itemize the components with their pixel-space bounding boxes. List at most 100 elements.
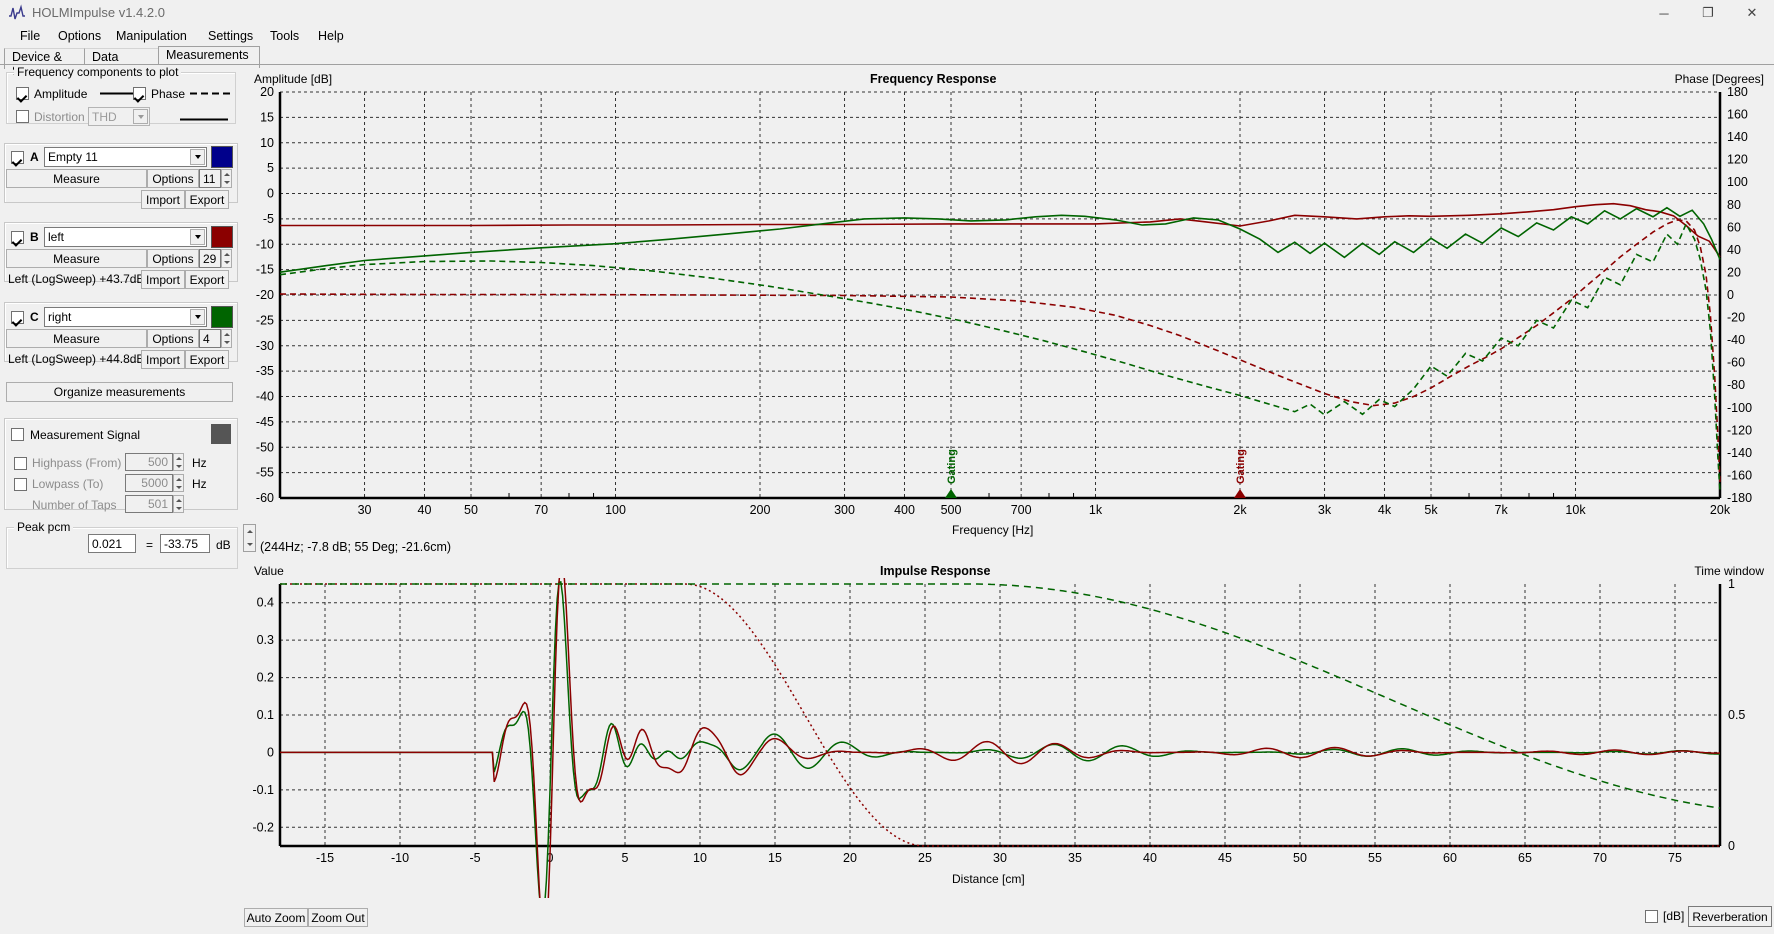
menu-settings[interactable]: Settings — [200, 28, 261, 48]
measurement-a-index-stepper[interactable] — [221, 169, 232, 188]
measurement-b-export-button[interactable]: Export — [185, 270, 229, 289]
impulse-response-chart[interactable]: 0.40.30.20.10-0.1-0.210.50-15 -10 -5 0 5 10 15… — [240, 578, 1770, 898]
measurement-a-options-button[interactable]: Options — [147, 169, 199, 188]
measurement-a-measure-button[interactable]: Measure — [6, 169, 147, 188]
measurement-b-index-stepper[interactable] — [221, 249, 232, 268]
minimize-button[interactable]: ─ — [1642, 0, 1686, 26]
taps-label: Number of Taps — [32, 498, 117, 512]
fr-title: Frequency Response — [870, 72, 997, 86]
maximize-button[interactable]: ❐ — [1686, 0, 1730, 26]
measurement-b-measure-button[interactable]: Measure — [6, 249, 147, 268]
menu-help[interactable]: Help — [310, 28, 352, 48]
measurement-c-index-stepper[interactable] — [221, 329, 232, 348]
measurement-b-color-swatch[interactable] — [211, 226, 233, 248]
svg-text:20: 20 — [260, 86, 274, 99]
fr-y2label: Phase [Degrees] — [1674, 72, 1764, 86]
svg-text:2k: 2k — [1233, 503, 1247, 517]
svg-text:15: 15 — [768, 851, 782, 865]
measurement-b-name: left — [48, 230, 65, 244]
svg-text:0.2: 0.2 — [257, 671, 274, 685]
svg-text:-30: -30 — [256, 339, 274, 353]
measurement-c-measure-button[interactable]: Measure — [6, 329, 147, 348]
svg-text:20: 20 — [843, 851, 857, 865]
svg-text:40: 40 — [1143, 851, 1157, 865]
highpass-checkbox[interactable] — [14, 457, 27, 470]
taps-stepper[interactable] — [173, 495, 184, 513]
window-title: HOLMImpulse v1.4.2.0 — [32, 5, 165, 20]
thd-select[interactable]: THD — [88, 107, 150, 126]
measurement-a-import-button[interactable]: Import — [141, 190, 185, 209]
measurement-b-options-button[interactable]: Options — [147, 249, 199, 268]
measurement-a-checkbox[interactable] — [11, 151, 24, 164]
svg-text:60: 60 — [1727, 220, 1741, 234]
chevron-down-icon[interactable] — [190, 229, 205, 245]
measurement-a-name-combo[interactable]: Empty 11 — [44, 147, 207, 167]
holmimpulse-window: HOLMImpulse v1.4.2.0 ─ ❐ ✕ File Options … — [0, 0, 1774, 934]
phase-checkbox[interactable] — [133, 87, 146, 100]
measurement-a-color-swatch[interactable] — [211, 146, 233, 168]
measurement-signal-color-swatch[interactable] — [211, 424, 231, 444]
measurement-a-name: Empty 11 — [48, 150, 98, 164]
db-checkbox[interactable] — [1645, 910, 1658, 923]
measurement-c-options-button[interactable]: Options — [147, 329, 199, 348]
menu-options[interactable]: Options — [50, 28, 109, 48]
zoom-out-button[interactable]: Zoom Out — [308, 908, 368, 927]
menu-file[interactable]: File — [12, 28, 48, 48]
svg-text:0: 0 — [1728, 839, 1735, 853]
chevron-down-icon[interactable] — [133, 109, 148, 124]
menu-manipulation[interactable]: Manipulation — [108, 28, 195, 48]
svg-text:3k: 3k — [1318, 503, 1332, 517]
measurement-c-checkbox[interactable] — [11, 311, 24, 324]
svg-text:10k: 10k — [1565, 503, 1586, 517]
highpass-value[interactable]: 500 — [125, 453, 173, 471]
reverberation-button[interactable]: Reverberation — [1688, 906, 1772, 927]
measurement-b-import-button[interactable]: Import — [141, 270, 185, 289]
svg-text:4k: 4k — [1378, 503, 1392, 517]
amplitude-checkbox[interactable] — [16, 87, 29, 100]
svg-text:0.4: 0.4 — [257, 596, 274, 610]
frequency-response-chart[interactable]: 20151050-5-10-15-20-25-30-35-40-45-50-55… — [240, 86, 1770, 546]
svg-text:55: 55 — [1368, 851, 1382, 865]
svg-text:25: 25 — [918, 851, 932, 865]
svg-text:75: 75 — [1668, 851, 1682, 865]
measurement-a-index[interactable]: 11 — [199, 169, 221, 188]
peak-pcm-db-value[interactable]: -33.75 — [160, 534, 210, 553]
measurement-signal-checkbox[interactable] — [11, 428, 24, 441]
distortion-checkbox[interactable] — [16, 110, 29, 123]
taps-value[interactable]: 501 — [125, 495, 173, 513]
chevron-down-icon[interactable] — [190, 309, 205, 325]
measurement-c-color-swatch[interactable] — [211, 306, 233, 328]
frequency-plot-scroll[interactable] — [243, 524, 256, 552]
db-label: [dB] — [1663, 909, 1685, 923]
measurement-c-export-button[interactable]: Export — [185, 350, 229, 369]
measurement-a-export-button[interactable]: Export — [185, 190, 229, 209]
svg-text:-180: -180 — [1727, 491, 1752, 505]
organize-measurements-button[interactable]: Organize measurements — [6, 382, 233, 402]
auto-zoom-button[interactable]: Auto Zoom — [244, 908, 308, 927]
fr-ylabel: Amplitude [dB] — [254, 72, 333, 86]
close-button[interactable]: ✕ — [1730, 0, 1774, 26]
svg-text:-60: -60 — [1727, 356, 1745, 370]
peak-pcm-value[interactable]: 0.021 — [88, 534, 136, 553]
lowpass-value[interactable]: 5000 — [125, 474, 173, 492]
lowpass-stepper[interactable] — [173, 474, 184, 492]
measurement-signal-label: Measurement Signal — [30, 428, 141, 442]
measurement-b-index[interactable]: 29 — [199, 249, 221, 268]
measurement-b-name-combo[interactable]: left — [44, 227, 207, 247]
measurement-c-index[interactable]: 4 — [199, 329, 221, 348]
svg-text:-5: -5 — [263, 212, 274, 226]
svg-text:40: 40 — [1727, 243, 1741, 257]
lowpass-checkbox[interactable] — [14, 478, 27, 491]
measurement-c-import-button[interactable]: Import — [141, 350, 185, 369]
chevron-down-icon[interactable] — [190, 149, 205, 165]
svg-text:-160: -160 — [1727, 468, 1752, 482]
svg-text:-0.2: -0.2 — [252, 820, 274, 834]
menu-tools[interactable]: Tools — [262, 28, 307, 48]
phase-label: Phase — [151, 87, 186, 101]
measurement-b-checkbox[interactable] — [11, 231, 24, 244]
highpass-stepper[interactable] — [173, 453, 184, 471]
window-buttons: ─ ❐ ✕ — [1642, 0, 1774, 26]
svg-text:400: 400 — [894, 503, 915, 517]
svg-text:-55: -55 — [256, 466, 274, 480]
measurement-c-name-combo[interactable]: right — [44, 307, 207, 327]
